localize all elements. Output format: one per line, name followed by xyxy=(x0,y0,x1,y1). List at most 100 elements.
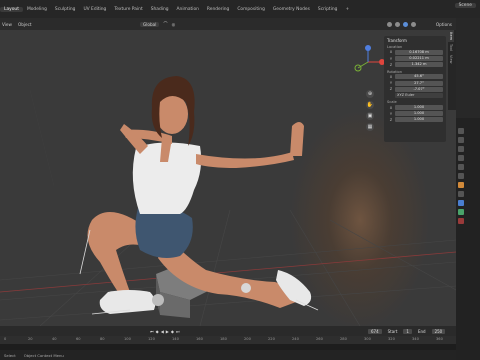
3d-viewport[interactable]: ⊕ ✋ ▣ ▦ Transform Location X 0.16708 m Y0… xyxy=(0,30,456,326)
status-select-hint: Select xyxy=(4,352,16,358)
scene-label: Scene xyxy=(454,3,476,8)
location-z-field[interactable]: 1.342 m xyxy=(395,62,443,68)
ruler-tick-label: 160 xyxy=(196,337,203,341)
workspace-tab[interactable]: + xyxy=(341,7,353,12)
workspace-tab[interactable]: Modeling xyxy=(23,7,51,12)
rig-control-sphere[interactable] xyxy=(241,283,251,293)
ruler-tick-label: 200 xyxy=(244,337,251,341)
play-reverse-icon[interactable]: ◀ xyxy=(161,329,164,334)
pan-hand-icon[interactable]: ✋ xyxy=(366,101,374,109)
location-y-field[interactable]: 0.02211 m xyxy=(395,56,443,62)
zoom-icon[interactable]: ⊕ xyxy=(366,90,374,98)
workspace-tab[interactable]: Compositing xyxy=(233,7,269,12)
location-x-field[interactable]: 0.16708 m xyxy=(395,49,443,55)
gizmo-z-axis[interactable] xyxy=(365,45,371,51)
outliner-area[interactable] xyxy=(456,18,480,118)
transform-panel-title[interactable]: Transform xyxy=(387,38,443,43)
rotation-label: Rotation xyxy=(387,69,403,74)
tab-tool[interactable]: Tool xyxy=(448,42,454,53)
grid-toggle-icon[interactable]: ▦ xyxy=(366,123,374,131)
rotation-x-row: X 45.6° xyxy=(387,74,443,80)
workspace-tab[interactable]: Sculpting xyxy=(51,7,80,12)
rendered-shading-icon[interactable] xyxy=(411,21,416,27)
jump-end-icon[interactable]: ⏭ xyxy=(176,329,180,334)
output-properties-icon[interactable] xyxy=(458,146,464,152)
tab-item[interactable]: Item xyxy=(448,30,454,43)
play-icon[interactable]: ▶ xyxy=(166,329,169,334)
wireframe-shading-icon[interactable] xyxy=(387,21,392,27)
frame-range: 674 Start 1 End 250 xyxy=(368,328,446,334)
rotation-y-field[interactable]: 27.7° xyxy=(395,80,443,86)
proportional-edit-icon[interactable]: ◎ xyxy=(172,22,176,27)
workspace-tab[interactable]: Shading xyxy=(147,7,173,12)
render-properties-icon[interactable] xyxy=(458,137,464,143)
properties-tab-strip xyxy=(458,128,466,224)
ruler-tick-label: 360 xyxy=(436,337,443,341)
tab-view[interactable]: View xyxy=(448,53,454,66)
workspace-tab[interactable]: Rendering xyxy=(203,7,233,12)
camera-icon[interactable]: ▣ xyxy=(366,112,374,120)
solid-shading-icon[interactable] xyxy=(395,21,400,27)
end-frame-field[interactable]: 250 xyxy=(431,328,446,334)
workspace-tab[interactable]: Geometry Nodes xyxy=(269,7,314,12)
jump-start-icon[interactable]: ⏮ xyxy=(150,329,154,334)
workspace-tab[interactable]: Scripting xyxy=(314,7,342,12)
world-properties-icon[interactable] xyxy=(458,173,464,179)
ruler-tick-label: 320 xyxy=(388,337,395,341)
scene-selector[interactable]: Scene xyxy=(454,3,476,8)
rotation-y-row: Y 27.7° xyxy=(387,80,443,86)
rig-control-foot[interactable] xyxy=(152,294,164,306)
modifier-properties-icon[interactable] xyxy=(458,191,464,197)
snap-icon[interactable]: ⌒ xyxy=(163,21,167,27)
ruler-tick-label: 240 xyxy=(292,337,299,341)
depth-line xyxy=(29,89,55,187)
viewport-header: View Object Global ⌒ ◎ Options xyxy=(0,18,456,30)
orientation-dropdown[interactable]: Global xyxy=(140,21,160,27)
location-y-row: Y 0.02211 m xyxy=(387,56,443,62)
workspace-tab[interactable]: Layout xyxy=(0,6,23,12)
navigation-gizmo[interactable] xyxy=(348,42,388,82)
options-dropdown[interactable]: Options xyxy=(436,22,452,27)
ruler-tick-label: 300 xyxy=(364,337,371,341)
view-menu[interactable]: View xyxy=(2,22,12,27)
scale-y-field[interactable]: 1.000 xyxy=(395,111,443,117)
timeline-ruler[interactable]: 0 20 40 60 80 100 120 140 160 180 200 220 240 260 280 3… xyxy=(0,336,456,344)
workspace-tab[interactable]: Texture Paint xyxy=(110,7,146,12)
scene-properties-icon[interactable] xyxy=(458,164,464,170)
character-shorts xyxy=(135,206,193,258)
material-shading-icon[interactable] xyxy=(403,21,408,27)
scale-z-row: Z 1.000 xyxy=(387,117,443,123)
scale-x-field[interactable]: 1.000 xyxy=(395,105,443,111)
ruler-tick-label: 100 xyxy=(124,337,131,341)
view-layer-properties-icon[interactable] xyxy=(458,155,464,161)
location-z-row: Z 1.342 m xyxy=(387,62,443,68)
rotation-mode-dropdown[interactable]: XYZ Euler xyxy=(395,93,443,99)
properties-column xyxy=(456,18,480,360)
rotation-x-field[interactable]: 45.6° xyxy=(395,74,443,80)
start-frame-field[interactable]: 1 xyxy=(403,328,412,334)
object-properties-icon[interactable] xyxy=(458,182,464,188)
object-menu[interactable]: Object xyxy=(18,22,32,27)
current-frame-field[interactable]: 674 xyxy=(368,328,382,334)
physics-properties-icon[interactable] xyxy=(458,200,464,206)
character-right-hand xyxy=(290,122,304,156)
constraint-properties-icon[interactable] xyxy=(458,209,464,215)
next-keyframe-icon[interactable]: ◆ xyxy=(171,329,174,334)
floor-grid xyxy=(0,199,456,326)
ruler-tick-label: 140 xyxy=(172,337,179,341)
prev-keyframe-icon[interactable]: ◆ xyxy=(156,329,159,334)
scale-label: Scale xyxy=(387,100,397,105)
status-context-menu-hint: Object Context Menu xyxy=(23,352,64,358)
material-properties-icon[interactable] xyxy=(458,218,464,224)
sidebar-vertical-tabs: Item Tool View xyxy=(448,30,456,110)
status-bar: Select Object Context Menu xyxy=(0,350,456,360)
workspace-tabs: Layout Modeling Sculpting UV Editing Texture… xyxy=(0,6,353,12)
rotation-z-field[interactable]: -7.07° xyxy=(395,86,443,92)
rotation-z-row: Z -7.07° xyxy=(387,86,443,93)
start-label: Start xyxy=(387,328,398,334)
playback-controls: ⏮ ◆ ◀ ▶ ◆ ⏭ xyxy=(150,329,180,334)
workspace-tab[interactable]: UV Editing xyxy=(79,7,110,12)
tool-properties-icon[interactable] xyxy=(458,128,464,134)
workspace-tab[interactable]: Animation xyxy=(173,7,203,12)
scale-z-field[interactable]: 1.000 xyxy=(395,117,443,123)
